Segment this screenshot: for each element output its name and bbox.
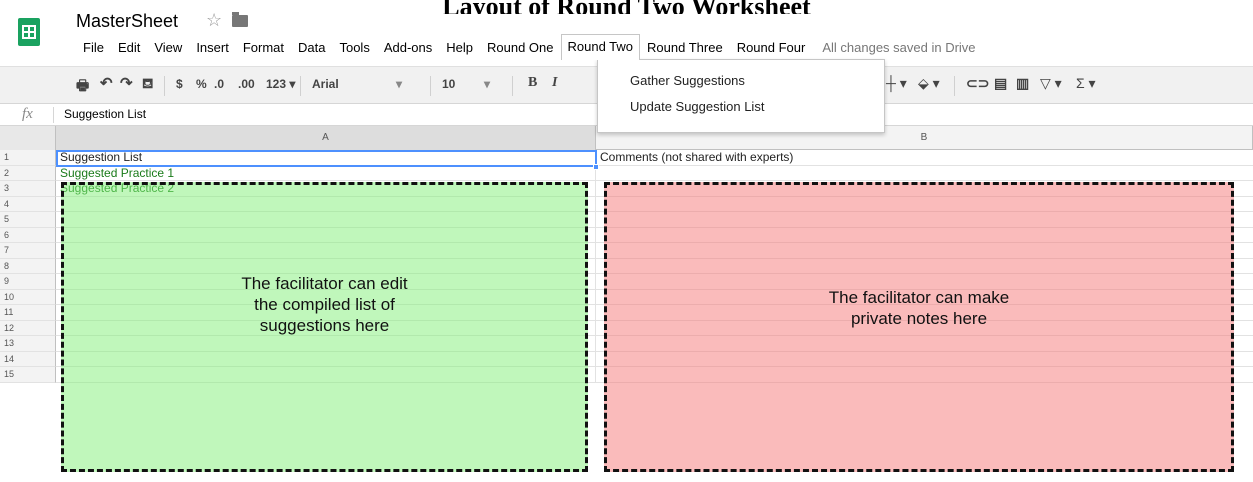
toolbar-divider [512, 76, 513, 96]
annotation-line: the compiled list of [254, 295, 395, 314]
chevron-down-icon: ▾ [484, 77, 491, 91]
filter-icon[interactable]: ▽ ▾ [1040, 75, 1062, 92]
row-header[interactable]: 3 [0, 181, 56, 197]
fill-color-icon[interactable]: ⬙ ▾ [918, 75, 940, 92]
toolbar-divider [164, 76, 165, 96]
number-format-button[interactable]: 123 ▾ [266, 77, 295, 91]
cell-b2[interactable] [596, 166, 1253, 182]
italic-button[interactable]: I [552, 75, 557, 91]
row-header[interactable]: 8 [0, 258, 56, 274]
menu-item-gather-suggestions[interactable]: Gather Suggestions [598, 68, 884, 94]
row-header[interactable]: 11 [0, 305, 56, 321]
row-header[interactable]: 13 [0, 336, 56, 352]
menu-data[interactable]: Data [291, 35, 332, 60]
menu-edit[interactable]: Edit [111, 35, 147, 60]
row-header[interactable]: 5 [0, 212, 56, 228]
toolbar-divider [300, 76, 301, 96]
font-label: Arial [312, 77, 339, 91]
menu-round-two[interactable]: Round Two [560, 34, 641, 60]
menu-add-ons[interactable]: Add-ons [377, 35, 439, 60]
menu-round-one[interactable]: Round One [480, 35, 561, 60]
increase-decimal-button[interactable]: .00 [238, 77, 255, 91]
link-icon[interactable]: ⊂⊃ [966, 75, 989, 92]
folder-icon[interactable] [232, 12, 248, 27]
number-format-label: 123 [266, 77, 287, 91]
column-header-a[interactable]: A [56, 126, 596, 150]
select-all-corner[interactable] [0, 126, 56, 150]
save-status[interactable]: All changes saved in Drive [822, 40, 975, 55]
overlay-title: Layout of Round Two Worksheet [0, 0, 1253, 14]
green-annotation: The facilitator can edit the compiled li… [64, 273, 585, 336]
annotation-line: The facilitator can make [828, 288, 1010, 307]
row-header[interactable]: 7 [0, 243, 56, 259]
menu-item-update-suggestion-list[interactable]: Update Suggestion List [598, 94, 884, 120]
fill-handle[interactable] [593, 164, 599, 170]
formula-divider [53, 107, 54, 123]
print-icon[interactable]: 🖶 [76, 75, 89, 99]
spreadsheet-grid: A B 1 2 3 4 5 6 7 8 9 10 11 12 13 14 15 … [0, 126, 1253, 482]
menu-format[interactable]: Format [236, 35, 291, 60]
row-headers: 1 2 3 4 5 6 7 8 9 10 11 12 13 14 15 [0, 150, 56, 383]
table-row: Suggested Practice 1 [56, 165, 1253, 182]
round-two-dropdown: Gather Suggestions Update Suggestion Lis… [597, 59, 885, 133]
toolbar-divider [954, 76, 955, 96]
menu-round-four[interactable]: Round Four [730, 35, 813, 60]
row-header[interactable]: 14 [0, 351, 56, 367]
row-header[interactable]: 15 [0, 367, 56, 383]
bold-button[interactable]: B [528, 75, 537, 91]
formula-input[interactable]: Suggestion List [64, 107, 146, 121]
annotation-line: suggestions here [259, 316, 390, 335]
selected-cell-outline [56, 150, 597, 167]
cell-a2[interactable]: Suggested Practice 1 [56, 165, 596, 181]
red-annotation: The facilitator can make private notes h… [607, 287, 1231, 329]
functions-icon[interactable]: Σ ▾ [1076, 75, 1096, 92]
annotation-line: private notes here [850, 309, 988, 328]
private-notes-region: The facilitator can make private notes h… [604, 182, 1234, 472]
row-header[interactable]: 12 [0, 320, 56, 336]
font-size-select[interactable]: 10 ▾ [442, 77, 512, 91]
menu-file[interactable]: File [76, 35, 111, 60]
redo-icon[interactable]: ↷ [120, 74, 133, 92]
row-header[interactable]: 2 [0, 165, 56, 181]
annotation-line: The facilitator can edit [241, 274, 408, 293]
toolbar-divider [430, 76, 431, 96]
menu-tools[interactable]: Tools [332, 35, 376, 60]
editable-list-region: The facilitator can edit the compiled li… [61, 182, 588, 472]
menu-view[interactable]: View [147, 35, 189, 60]
fx-icon: fx [22, 106, 33, 122]
chart-icon[interactable]: ▥ [1016, 75, 1029, 92]
sheets-logo-icon[interactable] [18, 18, 40, 46]
menu-help[interactable]: Help [439, 35, 480, 60]
chevron-down-icon: ▾ [396, 77, 403, 91]
menu-bar: File Edit View Insert Format Data Tools … [76, 34, 976, 60]
font-size-label: 10 [442, 77, 456, 91]
decrease-decimal-button[interactable]: .0 [214, 77, 224, 91]
row-header[interactable]: 9 [0, 274, 56, 290]
row-header[interactable]: 10 [0, 289, 56, 305]
document-title[interactable]: MasterSheet [76, 11, 178, 32]
menu-round-three[interactable]: Round Three [640, 35, 730, 60]
font-select[interactable]: Arial ▾ [312, 77, 422, 91]
paint-format-icon[interactable]: ⛾ [142, 75, 153, 94]
borders-icon[interactable]: ┼ ▾ [886, 75, 907, 92]
undo-icon[interactable]: ↶ [100, 74, 113, 92]
row-header[interactable]: 6 [0, 227, 56, 243]
currency-button[interactable]: $ [176, 77, 183, 91]
percent-button[interactable]: % [196, 77, 207, 91]
row-header[interactable]: 1 [0, 150, 56, 166]
row-header[interactable]: 4 [0, 196, 56, 212]
menu-insert[interactable]: Insert [189, 35, 236, 60]
comment-icon[interactable]: ▤ [994, 75, 1007, 92]
cell-b1[interactable]: Comments (not shared with experts) [596, 150, 1253, 166]
